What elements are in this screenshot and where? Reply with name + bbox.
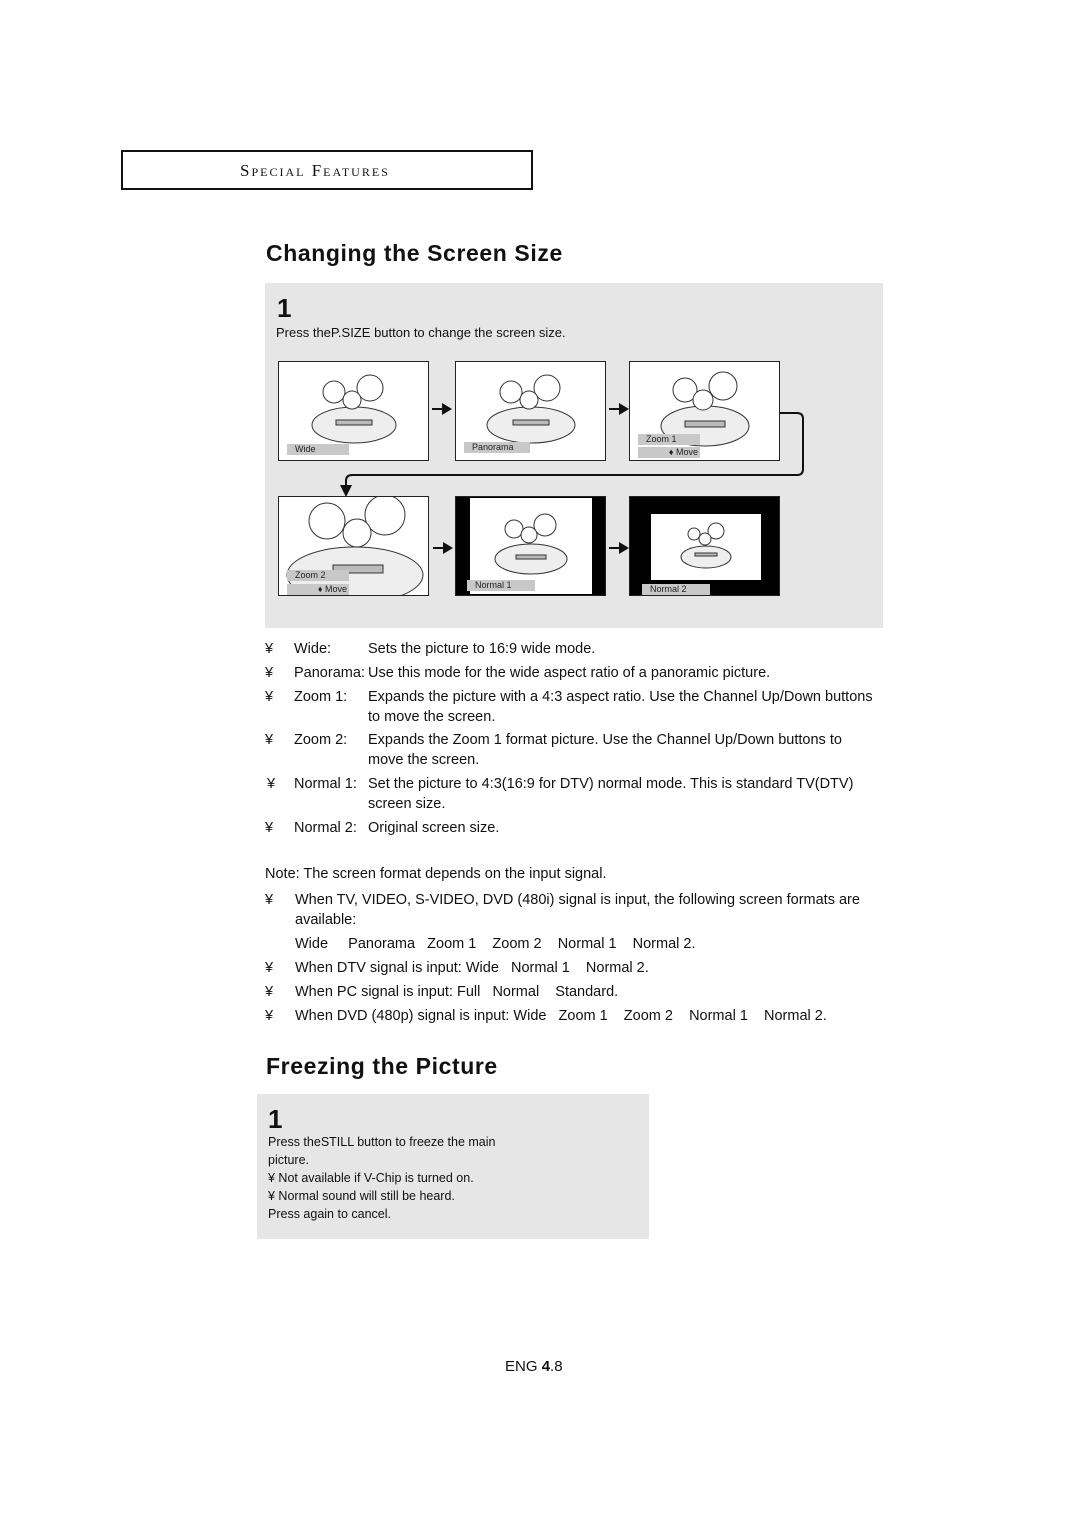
mode-description-cont: to move the screen. bbox=[368, 709, 496, 725]
osd-move-hint: ♦ Move bbox=[287, 584, 349, 595]
note-item: ¥ Normal sound will still be heard. bbox=[268, 1189, 455, 1203]
arrow-right-icon bbox=[609, 542, 629, 554]
list-item: ¥ Wide: Sets the picture to 16:9 wide mo… bbox=[265, 641, 596, 657]
section-title: Special Features bbox=[240, 161, 390, 180]
thumbnail-normal2: Normal 2 bbox=[629, 496, 780, 596]
mode-description: Sets the picture to 16:9 wide mode. bbox=[368, 641, 596, 657]
step-instruction: Press theSTILL button to freeze the main bbox=[268, 1135, 496, 1149]
page-number: ENG 4.8 bbox=[505, 1358, 563, 1375]
list-item: ¥ When PC signal is input: Full Normal S… bbox=[265, 984, 619, 1000]
mode-description: Use this mode for the wide aspect ratio … bbox=[368, 665, 771, 681]
mode-description: Expands the picture with a 4:3 aspect ra… bbox=[368, 689, 873, 705]
osd-label: Normal 2 bbox=[642, 584, 710, 595]
picture-illustration-icon bbox=[286, 497, 424, 595]
osd-label: Normal 1 bbox=[467, 580, 535, 591]
mode-description: Expands the Zoom 1 format picture. Use t… bbox=[368, 732, 842, 748]
step-number: 1 bbox=[268, 1104, 283, 1134]
list-item: ¥ When DVD (480p) signal is input: Wide … bbox=[265, 1008, 827, 1024]
picture-illustration-icon bbox=[494, 513, 568, 575]
freeze-step-panel: 1 Press theSTILL button to freeze the ma… bbox=[257, 1094, 649, 1239]
mode-label: Normal 1: bbox=[294, 776, 357, 792]
mode-label: Zoom 1: bbox=[294, 689, 348, 705]
step-panel: 1 Press theP.SIZE button to change the s… bbox=[265, 283, 883, 628]
mode-description-cont: move the screen. bbox=[368, 752, 480, 768]
mode-label: Zoom 2: bbox=[294, 732, 348, 748]
mode-description-cont: screen size. bbox=[368, 796, 446, 812]
arrow-right-icon bbox=[433, 542, 453, 554]
picture-illustration-icon bbox=[680, 522, 732, 569]
button-name: STILL bbox=[320, 1135, 354, 1149]
list-item: ¥ Zoom 2: Expands the Zoom 1 format pict… bbox=[265, 732, 842, 768]
mode-list: ¥ Wide: Sets the picture to 16:9 wide mo… bbox=[265, 639, 955, 842]
note-item: ¥ Not available if V-Chip is turned on. bbox=[268, 1171, 474, 1185]
list-item: ¥ Zoom 1: Expands the picture with a 4:3… bbox=[265, 689, 873, 725]
mode-label: Normal 2: bbox=[294, 820, 357, 836]
thumbnail-normal1: Normal 1 bbox=[455, 496, 606, 596]
signal-list: ¥ When TV, VIDEO, S-VIDEO, DVD (480i) si… bbox=[265, 890, 955, 1030]
mode-label: Panorama: bbox=[294, 665, 365, 681]
page-title: Changing the Screen Size bbox=[266, 240, 563, 266]
section-title-freeze: Freezing the Picture bbox=[266, 1053, 498, 1079]
list-item: ¥ Normal 1: Set the picture to 4:3(16:9 … bbox=[267, 776, 854, 812]
section-header: Special Features bbox=[121, 150, 533, 190]
button-name: P.SIZE bbox=[330, 325, 371, 340]
mode-description: Set the picture to 4:3(16:9 for DTV) nor… bbox=[368, 776, 854, 792]
osd-label: Zoom 2 bbox=[287, 570, 349, 581]
list-item: ¥ When DTV signal is input: Wide Normal … bbox=[265, 960, 649, 976]
cancel-instruction: Press again to cancel. bbox=[268, 1207, 391, 1221]
list-item: ¥ Normal 2: Original screen size. bbox=[265, 820, 500, 836]
loop-arrow-icon bbox=[340, 412, 804, 497]
thumbnail-zoom2: Zoom 2 ♦ Move bbox=[278, 496, 429, 596]
note-text: Note: The screen format depends on the i… bbox=[265, 866, 607, 882]
step-number: 1 bbox=[277, 293, 292, 323]
format-sequence: Wide Panorama Zoom 1 Zoom 2 Normal 1 Nor… bbox=[295, 936, 696, 952]
mode-label: Wide: bbox=[294, 641, 332, 657]
step-instruction: Press theP.SIZE button to change the scr… bbox=[276, 325, 566, 340]
list-item: ¥ When TV, VIDEO, S-VIDEO, DVD (480i) si… bbox=[265, 892, 860, 952]
mode-description: Original screen size. bbox=[368, 820, 500, 836]
list-item: ¥ Panorama: Use this mode for the wide a… bbox=[265, 665, 771, 681]
